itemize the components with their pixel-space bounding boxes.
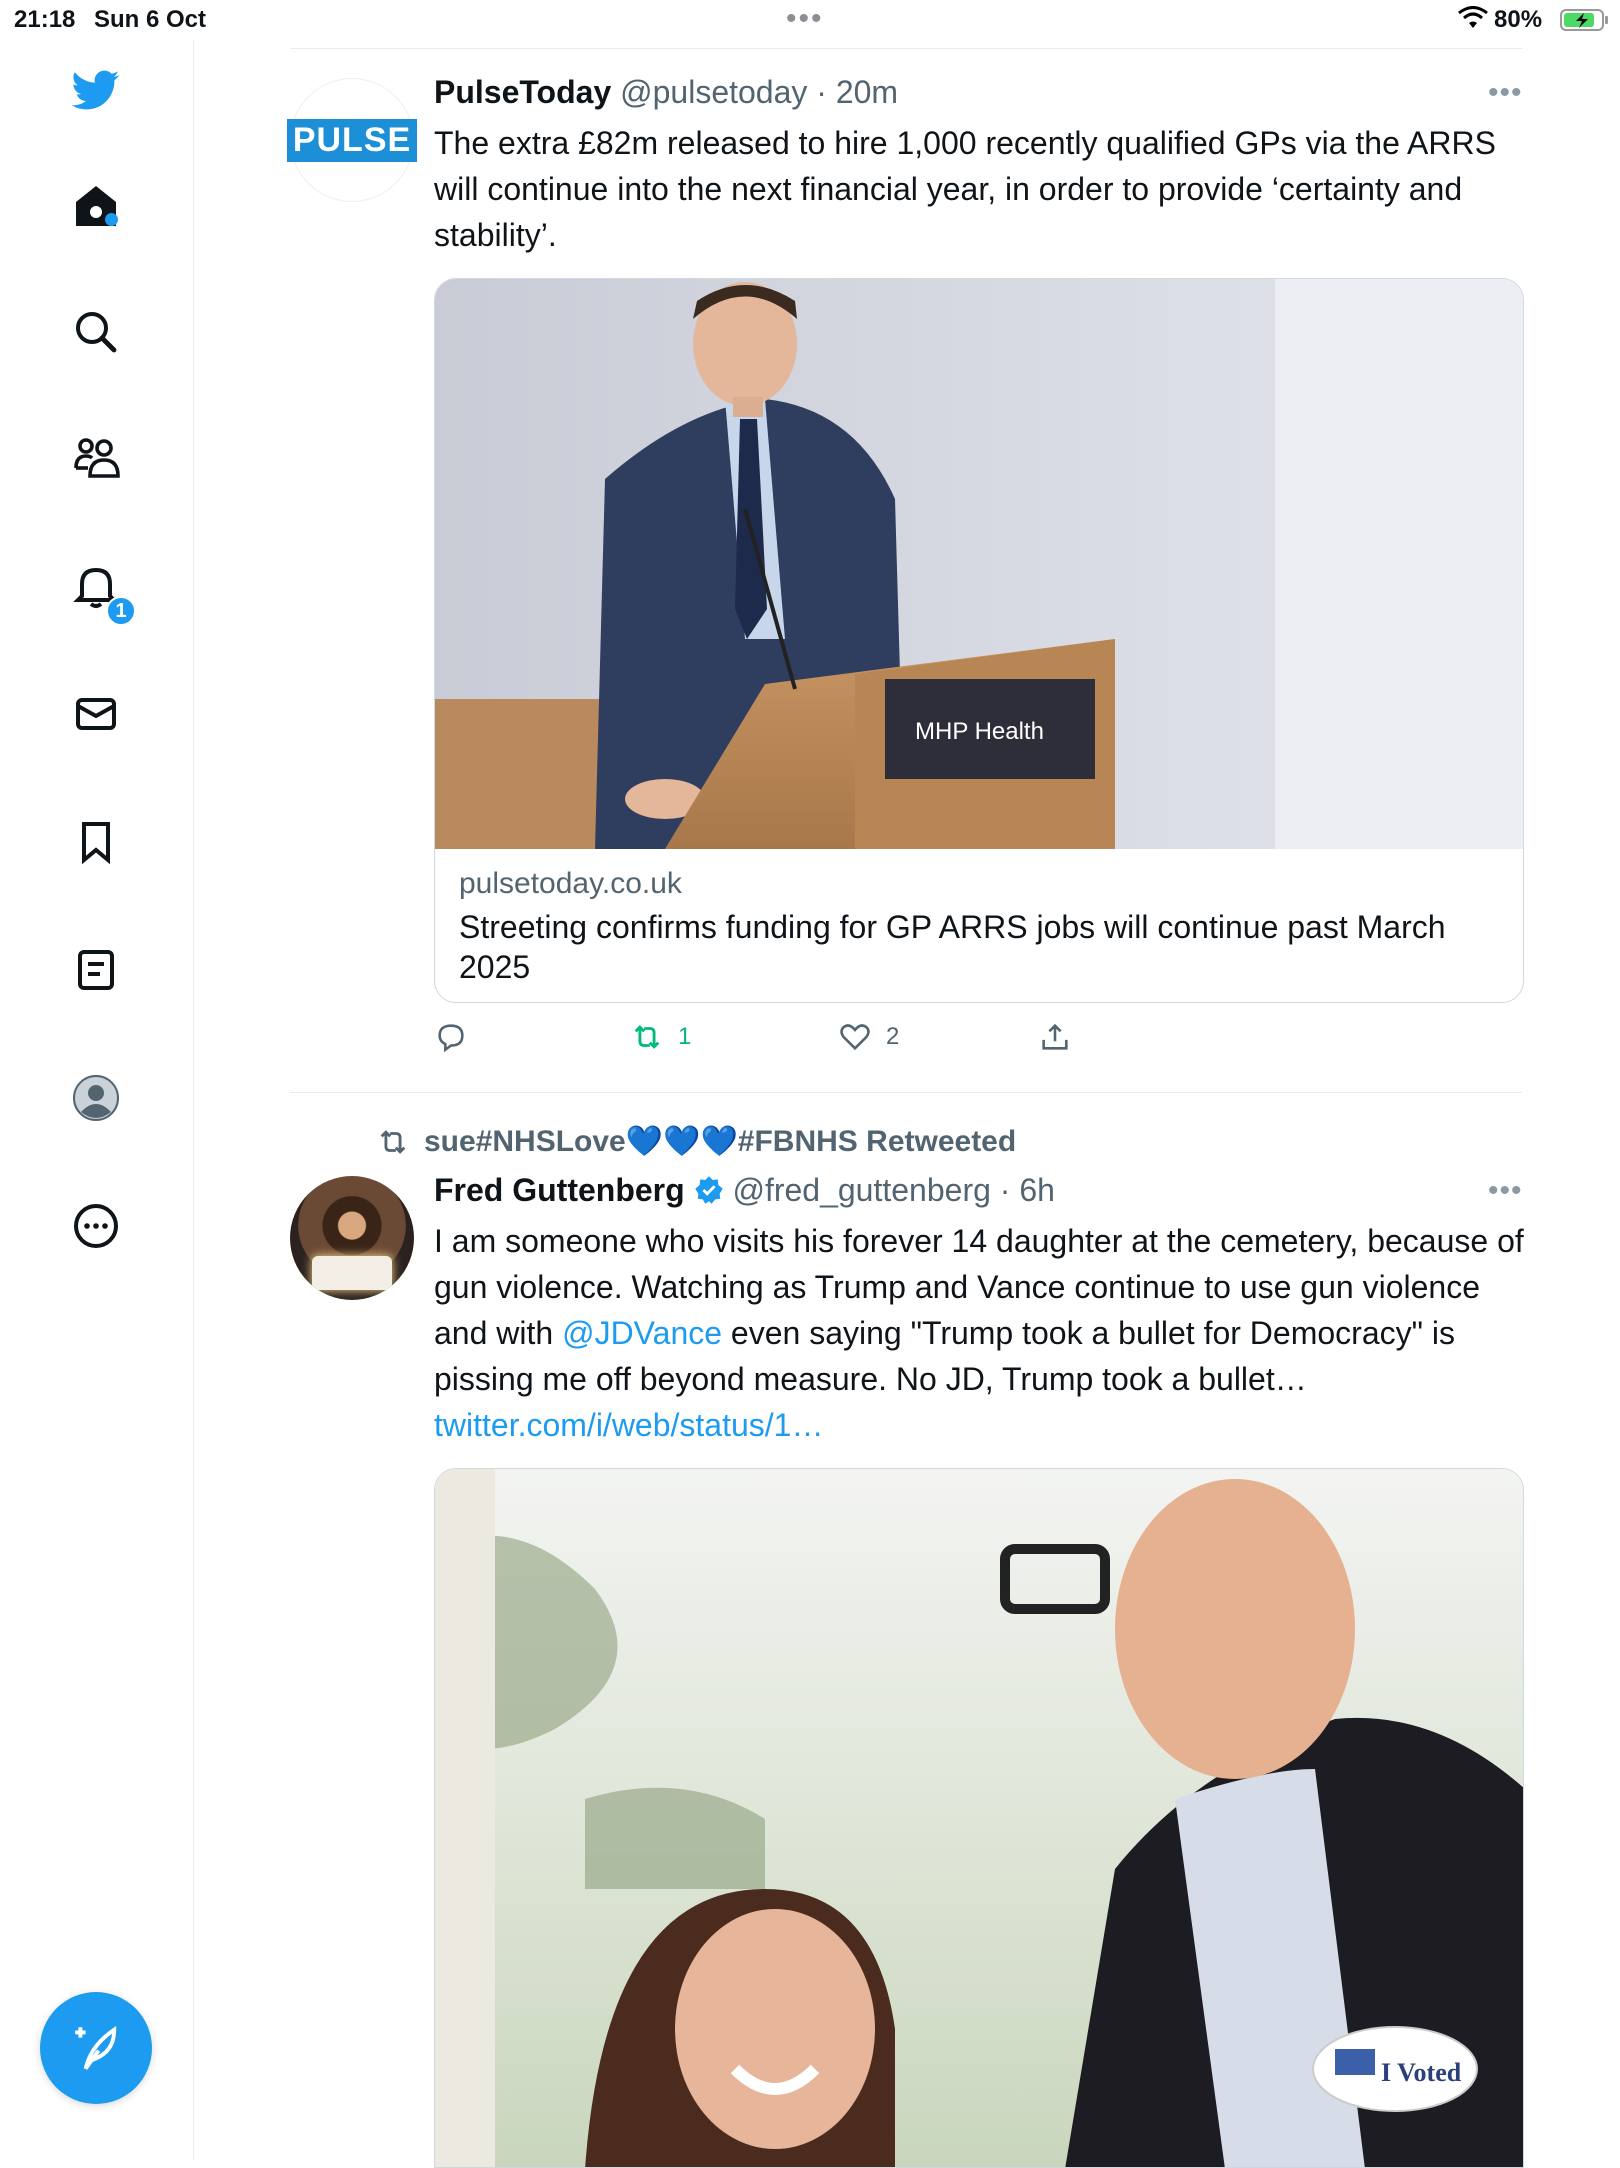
retweet-icon [380, 1129, 406, 1154]
notification-badge: 1 [106, 596, 136, 626]
verified-badge-icon [694, 1176, 723, 1204]
separator-dot: · [807, 74, 836, 110]
more-icon[interactable] [66, 1196, 126, 1256]
retweet-icon [634, 1025, 660, 1049]
separator-dot: · [990, 1172, 1020, 1208]
mail-icon[interactable] [66, 684, 126, 744]
status-link[interactable]: twitter.com/i/web/status/1… [434, 1407, 823, 1443]
reply-button[interactable] [434, 1020, 482, 1054]
link-card[interactable]: MHP Health pulsetoday.co.uk Streeting co… [434, 278, 1524, 1003]
tweet-text: The extra £82m released to hire 1,000 re… [434, 125, 1496, 253]
author-handle[interactable]: @fred_guttenberg [732, 1172, 990, 1208]
tweet-header: PulseToday @pulsetoday · 20m [434, 74, 898, 111]
sign-text: MHP Health [915, 718, 1044, 745]
bookmark-icon[interactable] [66, 812, 126, 872]
card-image: MHP Health [435, 279, 1523, 849]
tweet-text: I am someone who visits his forever 14 d… [434, 1218, 1524, 1448]
share-button[interactable] [1038, 1020, 1072, 1054]
author-name[interactable]: PulseToday [434, 74, 611, 110]
mention-link[interactable]: @JDVance [562, 1315, 722, 1351]
author-handle[interactable]: @pulsetoday [620, 74, 807, 110]
retweet-button[interactable]: 1 [630, 1020, 691, 1054]
sticker-text: I Voted [1381, 2058, 1462, 2087]
multitasking-dots-icon[interactable]: ••• [786, 2, 824, 36]
card-domain: pulsetoday.co.uk [459, 867, 682, 900]
search-icon[interactable] [66, 302, 126, 362]
status-date: Sun 6 Oct [94, 6, 207, 33]
sidebar: 1 [0, 40, 194, 2160]
tweet-header: Fred Guttenberg @fred_guttenberg · 6h [434, 1172, 1055, 1209]
like-count: 2 [886, 1023, 900, 1050]
heart-icon [840, 1024, 870, 1051]
battery-icon [1560, 9, 1608, 31]
tweet-time[interactable]: 20m [836, 74, 898, 110]
divider [290, 48, 1522, 49]
avatar[interactable]: PULSE [286, 78, 418, 202]
twitter-bird-icon[interactable] [66, 60, 126, 120]
share-icon [1042, 1023, 1068, 1050]
home-icon[interactable] [66, 176, 126, 236]
card-title: Streeting confirms funding for GP ARRS j… [459, 909, 1446, 985]
retweeted-by-label: sue#NHSLove💙💙💙#FBNHS Retweeted [424, 1125, 1017, 1158]
status-time: 21:18 [14, 6, 76, 33]
like-button[interactable]: 2 [838, 1020, 899, 1054]
compose-tweet-button[interactable] [40, 1992, 152, 2104]
reply-icon [438, 1024, 464, 1053]
tweet-more-icon[interactable]: ••• [1488, 76, 1523, 110]
avatar[interactable] [290, 1176, 414, 1300]
photo-image: I Voted [435, 1469, 1523, 2167]
avatar-logo-text: PULSE [286, 118, 418, 162]
avatar-cake [312, 1256, 392, 1290]
communities-icon[interactable] [66, 428, 126, 488]
status-bar: 21:18 Sun 6 Oct ••• 80% [0, 0, 1620, 40]
compose-icon [75, 2026, 117, 2070]
profile-icon[interactable] [66, 1068, 126, 1128]
home-unread-dot [105, 213, 118, 226]
retweeted-by[interactable]: sue#NHSLove💙💙💙#FBNHS Retweeted [376, 1124, 1016, 1159]
tweet-actions: 1 2 [434, 1020, 1524, 1070]
author-name[interactable]: Fred Guttenberg [434, 1172, 685, 1208]
tweet-more-icon[interactable]: ••• [1488, 1174, 1523, 1208]
battery-percent: 80% [1494, 6, 1543, 33]
divider [290, 1092, 1522, 1093]
tweet-time[interactable]: 6h [1019, 1172, 1055, 1208]
list-icon[interactable] [66, 940, 126, 1000]
retweet-count: 1 [678, 1023, 692, 1050]
tweet-photo[interactable]: I Voted [434, 1468, 1524, 2168]
wifi-icon [1458, 6, 1488, 28]
